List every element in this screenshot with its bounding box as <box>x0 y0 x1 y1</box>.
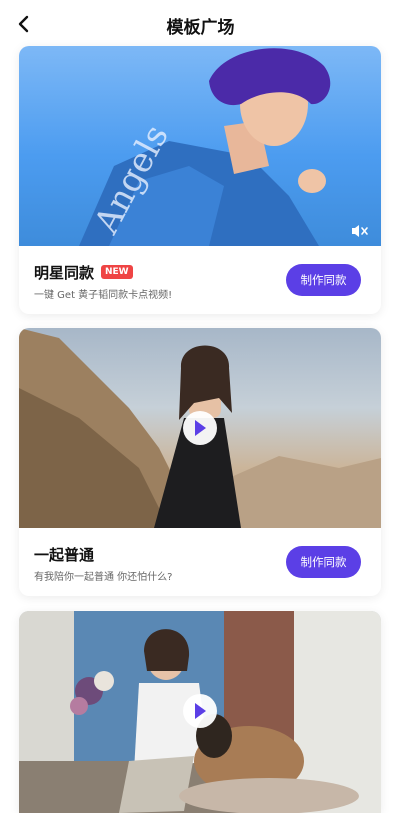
template-preview[interactable] <box>19 611 381 813</box>
template-info: 一起普通 有我陪你一起普通 你还怕什么? 制作同款 <box>19 528 381 596</box>
template-name: 明星同款 <box>34 264 95 282</box>
play-icon <box>195 420 206 436</box>
make-same-button[interactable]: 制作同款 <box>286 546 361 578</box>
template-card[interactable] <box>19 611 381 813</box>
template-card[interactable]: 一起普通 有我陪你一起普通 你还怕什么? 制作同款 <box>19 328 381 596</box>
template-description: 有我陪你一起普通 你还怕什么? <box>34 572 173 583</box>
template-info: 明星同款 NEW 一键 Get 黄子韬同款卡点视频! 制作同款 <box>19 246 381 314</box>
template-preview[interactable]: Angels <box>19 46 381 246</box>
template-description: 一键 Get 黄子韬同款卡点视频! <box>34 290 173 301</box>
play-icon <box>195 703 206 719</box>
new-badge: NEW <box>101 265 133 279</box>
template-name: 一起普通 <box>34 546 95 564</box>
template-preview[interactable] <box>19 328 381 528</box>
play-button[interactable] <box>183 411 217 445</box>
play-button[interactable] <box>183 694 217 728</box>
preview-image: Angels <box>79 48 331 246</box>
make-same-button[interactable]: 制作同款 <box>286 264 361 296</box>
template-card[interactable]: Angels 明星同款 NEW 一键 Get 黄子韬同款卡点视频! 制作同款 <box>19 46 381 314</box>
page-title: 模板广场 <box>166 18 235 38</box>
top-nav: 模板广场 <box>0 0 401 46</box>
mute-icon[interactable] <box>351 224 369 238</box>
